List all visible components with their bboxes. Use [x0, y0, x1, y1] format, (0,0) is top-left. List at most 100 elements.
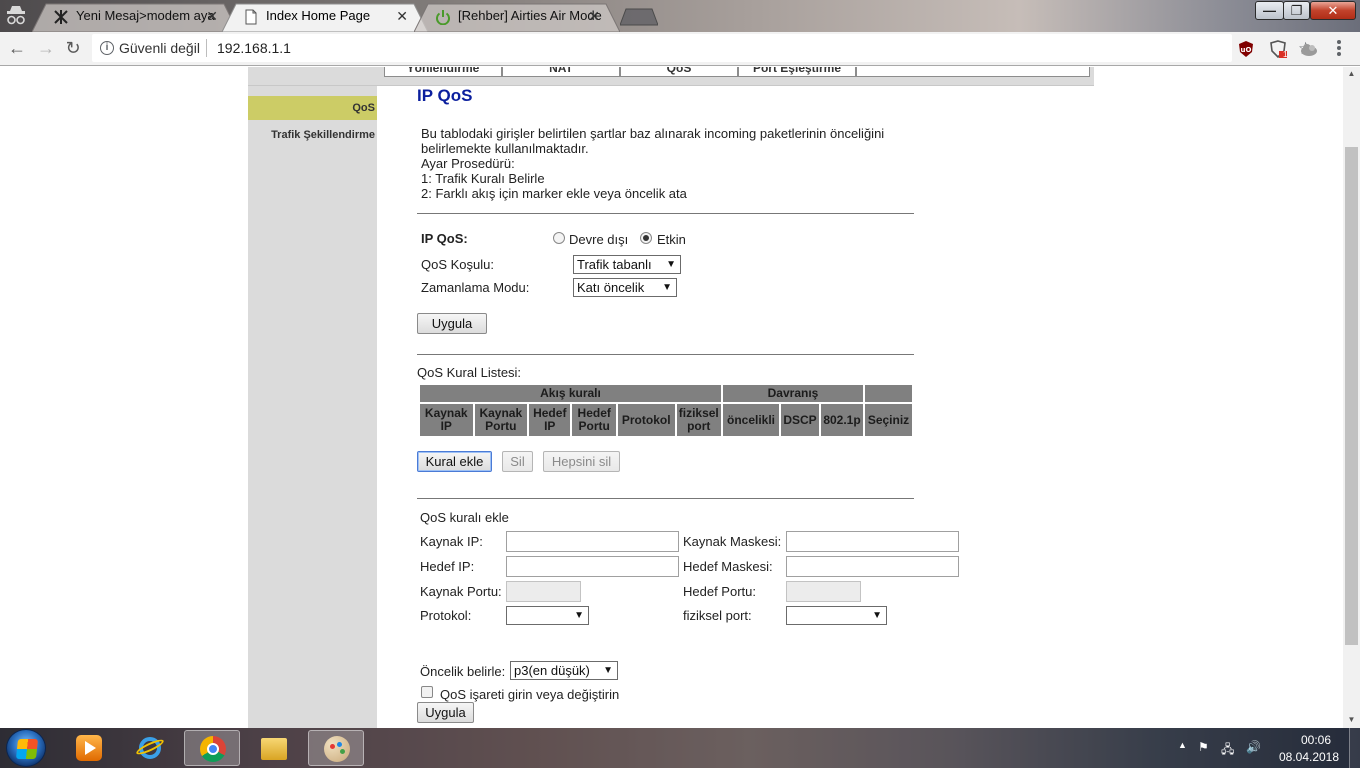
action-center-flag-icon[interactable]: ⚑ [1198, 740, 1209, 754]
tab-title: [Rehber] Airties Air Mode [458, 8, 602, 23]
apply-button-2[interactable]: Uygula [417, 702, 474, 723]
taskbar-media-player[interactable] [61, 730, 117, 766]
rule-list-title: QoS Kural Listesi: [417, 365, 522, 380]
tab-rehber-airties[interactable]: [Rehber] Airties Air Mode ✕ [414, 3, 620, 32]
forum-favicon [54, 10, 68, 24]
page-title: IP QoS [417, 86, 473, 105]
start-button[interactable] [6, 729, 46, 767]
show-desktop-button[interactable] [1349, 728, 1360, 768]
tab-title: Index Home Page [266, 8, 371, 23]
sidebar-item-traffic-shaping[interactable]: Trafik Şekillendirme [248, 126, 377, 144]
delete-button[interactable]: Sil [502, 451, 533, 472]
table-column-header: Kaynak Portu [474, 404, 528, 436]
dest-port-input[interactable] [786, 581, 861, 602]
ublock-origin-icon[interactable]: uO [1237, 40, 1255, 58]
source-ip-input[interactable] [506, 531, 679, 552]
scheduling-mode-label: Zamanlama Modu: [421, 280, 530, 295]
table-column-header: öncelikli [723, 404, 779, 436]
protocol-label: Protokol: [420, 608, 472, 623]
clock-date[interactable]: 08.04.2018 [1276, 750, 1342, 764]
reload-icon[interactable]: ↻ [62, 37, 84, 59]
priority-select[interactable]: p3(en düşük) ▼ [510, 661, 618, 680]
taskbar-internet-explorer[interactable] [122, 730, 178, 766]
add-rule-button[interactable]: Kural ekle [417, 451, 492, 472]
tab-close-icon[interactable]: ✕ [396, 3, 408, 29]
protocol-select[interactable]: ▼ [506, 606, 589, 625]
description-line: Bu tablodaki girişler belirtilen şartlar… [421, 126, 885, 141]
table-column-header: 802.1p [821, 404, 863, 436]
table-column-header: Kaynak IP [420, 404, 473, 436]
back-arrow-icon[interactable]: ← [6, 37, 28, 59]
source-ip-label: Kaynak IP: [420, 534, 483, 549]
internet-explorer-icon [134, 735, 166, 761]
volume-icon[interactable]: 🔊 [1246, 740, 1261, 754]
tab-close-icon[interactable]: ✕ [588, 3, 600, 29]
qos-mark-label[interactable]: QoS işareti girin veya değiştirin [440, 687, 619, 702]
taskbar-file-explorer[interactable] [246, 730, 302, 766]
scroll-down-arrow-icon[interactable]: ▼ [1343, 715, 1360, 724]
ip-qos-label: IP QoS: [421, 231, 468, 246]
menu-dots-icon[interactable] [1336, 38, 1342, 58]
security-label[interactable]: Güvenli değil [119, 40, 200, 56]
vertical-scrollbar[interactable]: ▲ ▼ [1343, 67, 1360, 728]
radio-disabled-label[interactable]: Devre dışı [569, 232, 628, 247]
new-tab-button[interactable] [620, 8, 658, 26]
taskbar-chrome[interactable] [184, 730, 240, 766]
apply-button[interactable]: Uygula [417, 313, 487, 334]
tab-index-home-page[interactable]: Index Home Page ✕ [222, 3, 428, 32]
address-bar[interactable]: i Güvenli değil 192.168.1.1 ☆ [92, 34, 1313, 62]
show-hidden-icons[interactable]: ▲ [1178, 740, 1187, 750]
divider [417, 354, 914, 355]
chevron-down-icon: ▼ [666, 259, 676, 270]
table-column-header: Protokol [617, 404, 675, 436]
scroll-thumb[interactable] [1345, 147, 1358, 645]
tab-yeni-mesaj[interactable]: Yeni Mesaj>modem aya ✕ [32, 3, 238, 32]
sidebar-item-qos[interactable]: QoS [248, 96, 377, 120]
select-value: p3(en düşük) [514, 663, 590, 678]
qos-mark-checkbox[interactable] [421, 686, 433, 698]
description-line: belirlemekte kullanılmaktadır. [421, 141, 589, 156]
radio-disabled[interactable] [553, 232, 565, 244]
qos-condition-select[interactable]: Trafik tabanlı ▼ [573, 255, 681, 274]
table-group-header: Davranış [723, 385, 863, 402]
source-mask-input[interactable] [786, 531, 959, 552]
chevron-down-icon: ▼ [603, 665, 613, 676]
table-column-header: Hedef IP [529, 404, 571, 436]
browser-title-bar: Yeni Mesaj>modem aya ✕ Index Home Page ✕… [0, 0, 1360, 32]
main-content: IP QoS Bu tablodaki girişler belirtilen … [377, 67, 1343, 728]
divider [417, 498, 914, 499]
chevron-down-icon: ▼ [574, 610, 584, 621]
physical-port-select[interactable]: ▼ [786, 606, 887, 625]
scheduling-mode-select[interactable]: Katı öncelik ▼ [573, 278, 677, 297]
windows-logo-icon [15, 739, 39, 759]
network-icon[interactable]: 🖧 [1221, 740, 1234, 761]
table-group-header [865, 385, 912, 402]
minimize-button[interactable]: — [1255, 1, 1284, 20]
description-line: 1: Trafik Kuralı Belirle [421, 171, 545, 186]
delete-all-button[interactable]: Hepsini sil [543, 451, 620, 472]
radio-enabled-label[interactable]: Etkin [657, 232, 686, 247]
rule-list-table: Akış kuralı Davranış Kaynak IP Kaynak Po… [418, 383, 914, 438]
table-column-header: DSCP [781, 404, 819, 436]
select-value: Trafik tabanlı [577, 257, 652, 272]
info-icon[interactable]: i [100, 41, 114, 55]
page-favicon [245, 9, 257, 25]
paint-icon [324, 736, 350, 762]
taskbar-paint[interactable] [308, 730, 364, 766]
forward-arrow-icon[interactable]: → [35, 37, 57, 59]
source-port-input[interactable] [506, 581, 581, 602]
scroll-up-arrow-icon[interactable]: ▲ [1343, 69, 1360, 78]
cloud-extension-icon[interactable] [1300, 40, 1318, 58]
tab-close-icon[interactable]: ✕ [206, 3, 218, 29]
radio-enabled[interactable] [640, 232, 652, 244]
dest-ip-label: Hedef IP: [420, 559, 475, 574]
select-value: Katı öncelik [577, 280, 645, 295]
dest-mask-input[interactable] [786, 556, 959, 577]
page-viewport: Yönlendirme NAT QoS Port Eşleştirme QoS … [0, 67, 1343, 728]
url-text[interactable]: 192.168.1.1 [217, 40, 291, 56]
address-separator [206, 39, 207, 57]
dest-ip-input[interactable] [506, 556, 679, 577]
close-window-button[interactable]: ✕ [1310, 1, 1356, 20]
maximize-button[interactable]: ❐ [1283, 1, 1310, 20]
clock-time[interactable]: 00:06 [1290, 733, 1342, 747]
